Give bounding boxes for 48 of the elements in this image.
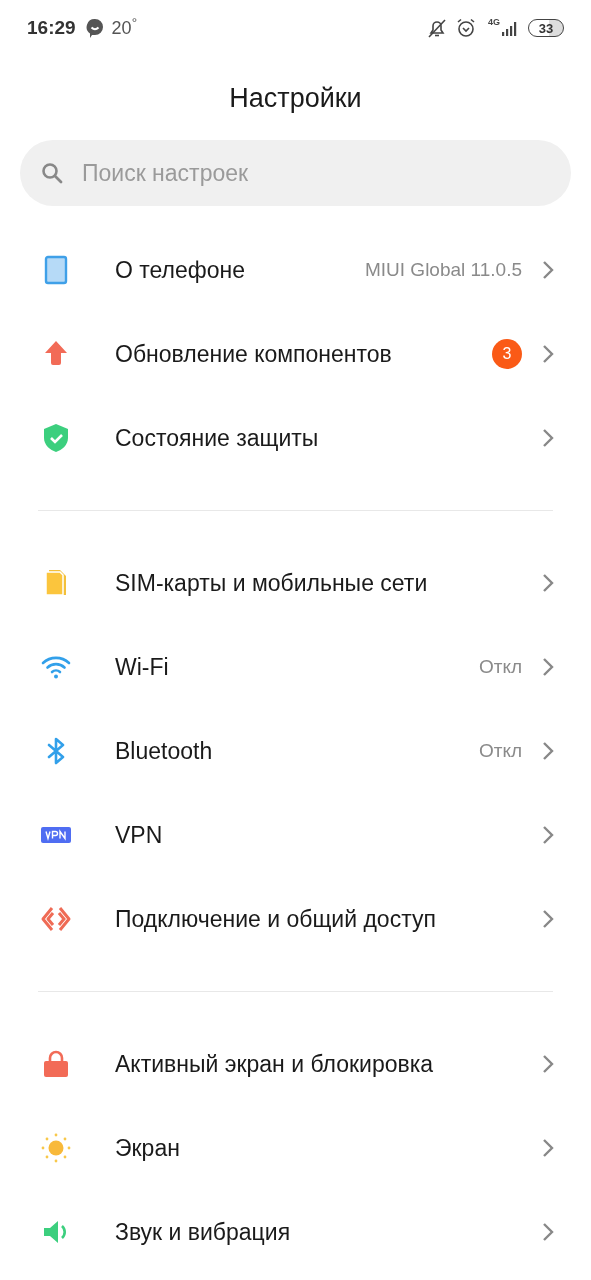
item-label: Bluetooth [115, 736, 214, 766]
search-field[interactable]: Поиск настроек [20, 140, 571, 206]
item-label: SIM-карты и мобильные сети [115, 568, 429, 598]
message-icon [85, 18, 104, 38]
settings-item[interactable]: Экран [0, 1106, 591, 1190]
chevron-right-icon [542, 1222, 554, 1242]
bell-off-icon [427, 18, 447, 38]
item-label: Состояние защиты [115, 423, 320, 453]
settings-item[interactable]: О телефоне MIUI Global 11.0.5 [0, 228, 591, 312]
chevron-right-icon [542, 741, 554, 761]
signal-icon [501, 20, 519, 36]
network-type-text: 4G [488, 16, 500, 29]
chevron-right-icon [542, 428, 554, 448]
chevron-right-icon [542, 344, 554, 364]
item-value: MIUI Global 11.0.5 [365, 257, 522, 282]
sun-icon [40, 1132, 72, 1164]
settings-item[interactable]: VPN [0, 793, 591, 877]
chevron-right-icon [542, 1054, 554, 1074]
settings-item[interactable]: SIM-карты и мобильные сети [0, 541, 591, 625]
item-label: Звук и вибрация [115, 1217, 292, 1247]
chevron-right-icon [542, 1138, 554, 1158]
settings-item[interactable]: Подключение и общий доступ [0, 877, 591, 961]
settings-item[interactable]: Звук и вибрация [0, 1190, 591, 1274]
item-value: Откл [478, 738, 522, 763]
count-badge: 3 [492, 339, 522, 369]
item-value: Откл [478, 654, 522, 679]
item-label: VPN [115, 820, 164, 850]
item-label: Обновление компонентов [115, 339, 393, 369]
item-label: Wi-Fi [115, 652, 170, 682]
chevron-right-icon [542, 909, 554, 929]
alarm-clock-icon [456, 18, 476, 38]
chevron-right-icon [542, 260, 554, 280]
settings-item[interactable]: Активный экран и блокировка [0, 1022, 591, 1106]
item-label: Активный экран и блокировка [115, 1049, 435, 1079]
chevron-right-icon [542, 573, 554, 593]
clock-time: 16:29 [27, 15, 76, 40]
settings-item[interactable]: Состояние защиты [0, 396, 591, 480]
settings-item[interactable]: Bluetooth Откл [0, 709, 591, 793]
chevron-right-icon [542, 825, 554, 845]
settings-item[interactable]: Обновление компонентов 3 [0, 312, 591, 396]
temperature-text: 20$^{°}$ [111, 14, 138, 40]
item-label: О телефоне [115, 255, 246, 285]
chevron-right-icon [542, 657, 554, 677]
item-label: Экран [115, 1133, 181, 1163]
battery-indicator: 33 [528, 19, 564, 37]
page-title: Настройки [228, 82, 363, 115]
item-label: Подключение и общий доступ [115, 904, 437, 934]
settings-item[interactable]: Wi-Fi Откл [0, 625, 591, 709]
